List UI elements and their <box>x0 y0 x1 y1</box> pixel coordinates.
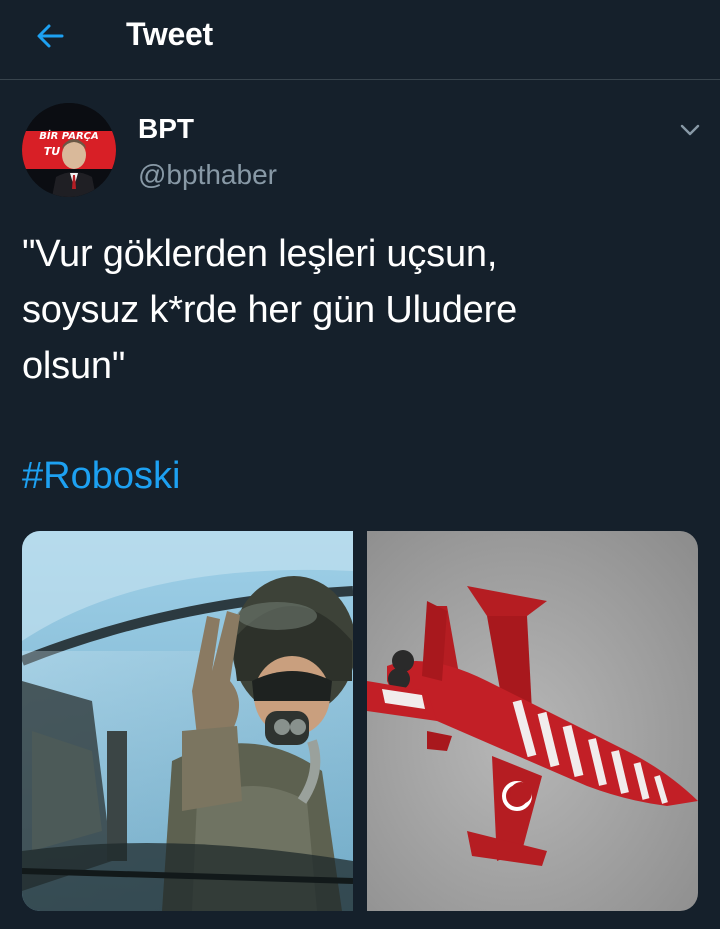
pilot-photo-image <box>22 531 353 911</box>
svg-text:TU: TU <box>44 145 61 158</box>
media-photo-pilot[interactable] <box>22 531 353 911</box>
hashtag-link[interactable]: #Roboski <box>22 448 180 504</box>
chevron-down-icon <box>680 124 700 136</box>
author-handle[interactable]: @bpthaber <box>138 158 277 192</box>
author-name[interactable]: BPT <box>138 112 194 146</box>
tweet-text-line: soysuz k*rde her gün Uludere <box>22 289 518 331</box>
avatar-logo-image: BİR PARÇA TU <box>22 103 116 197</box>
arrow-left-icon <box>37 24 64 48</box>
page-title: Tweet <box>126 16 213 52</box>
svg-text:BİR PARÇA: BİR PARÇA <box>39 128 98 142</box>
media-grid <box>22 531 698 911</box>
app-bar: Tweet <box>0 0 720 80</box>
media-photo-jet[interactable] <box>367 531 698 911</box>
back-button[interactable] <box>30 16 70 56</box>
avatar[interactable]: BİR PARÇA TU <box>22 103 116 197</box>
jet-photo-image <box>367 531 698 911</box>
tweet-text: "Vur göklerden leşleri uçsun, soysuz k*r… <box>22 226 692 394</box>
tweet-menu-button[interactable] <box>674 114 706 146</box>
tweet-text-line: "Vur göklerden leşleri uçsun, <box>22 233 498 275</box>
tweet-text-line: olsun" <box>22 345 126 387</box>
